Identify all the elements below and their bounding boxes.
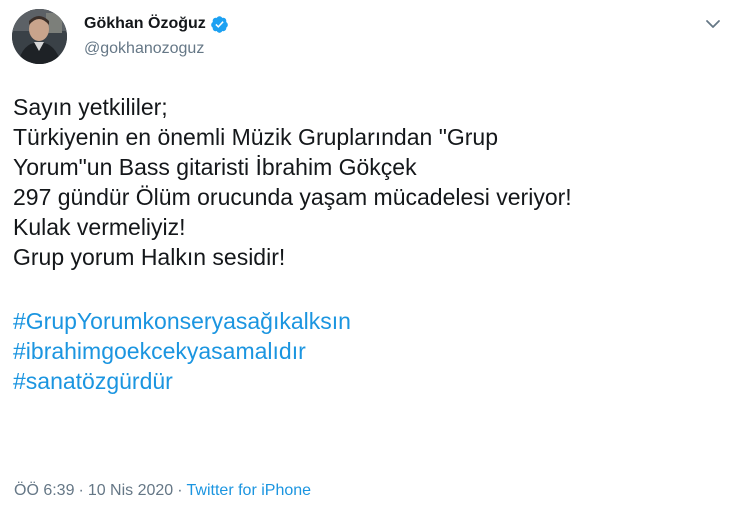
tweet-source-link[interactable]: Twitter for iPhone xyxy=(187,482,312,499)
tweet-text-line: Sayın yetkililer; xyxy=(13,94,168,120)
verified-badge-icon xyxy=(210,15,229,34)
author-handle[interactable]: @gokhanozoguz xyxy=(84,38,204,60)
tweet-time[interactable]: ÖÖ 6:39 xyxy=(14,482,74,499)
hashtag-link[interactable]: #ibrahimgoekcekyasamalıdır xyxy=(13,336,728,366)
tweet-metadata: ÖÖ 6:39 · 10 Nis 2020 · Twitter for iPhone xyxy=(14,480,311,502)
meta-separator: · xyxy=(78,482,84,499)
author-display-name[interactable]: Gökhan Özoğuz xyxy=(84,13,206,35)
tweet-text-line: Yorum"un Bass gitaristi İbrahim Gökçek xyxy=(13,154,417,180)
tweet-text: Sayın yetkililer; Türkiyenin en önemli M… xyxy=(13,92,728,396)
chevron-down-icon[interactable] xyxy=(703,14,723,34)
hashtag-link[interactable]: #GrupYorumkonseryasağıkalksın xyxy=(13,306,728,336)
author-name-row[interactable]: Gökhan Özoğuz xyxy=(84,13,229,35)
tweet-text-line: Grup yorum Halkın sesidir! xyxy=(13,244,286,270)
avatar[interactable] xyxy=(12,9,67,64)
meta-separator: · xyxy=(177,482,183,499)
tweet-card: Gökhan Özoğuz @gokhanozoguz Sayın yetkil… xyxy=(0,0,740,517)
tweet-text-line: 297 gündür Ölüm orucunda yaşam mücadeles… xyxy=(13,184,572,210)
tweet-text-line: Kulak vermeliyiz! xyxy=(13,214,186,240)
tweet-date[interactable]: 10 Nis 2020 xyxy=(88,482,173,499)
tweet-text-line: Türkiyenin en önemli Müzik Gruplarından … xyxy=(13,124,498,150)
hashtag-link[interactable]: #sanatözgürdür xyxy=(13,366,728,396)
